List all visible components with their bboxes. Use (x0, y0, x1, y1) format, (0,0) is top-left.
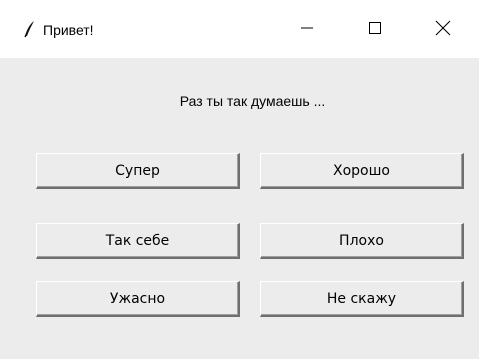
good-button[interactable]: Хорошо (260, 153, 464, 189)
maximize-button[interactable] (348, 8, 402, 52)
super-button[interactable]: Супер (36, 153, 240, 189)
bad-button[interactable]: Плохо (260, 223, 464, 259)
so-so-button[interactable]: Так себе (36, 223, 240, 259)
title-bar[interactable]: Привет! (0, 0, 479, 58)
message-label: Раз ты так думаешь ... (179, 93, 326, 109)
close-button[interactable] (416, 8, 470, 52)
minimize-button[interactable] (280, 8, 334, 52)
content-area: Раз ты так думаешь ... Супер Хорошо Так … (0, 58, 479, 359)
maximize-icon (368, 21, 382, 40)
feather-icon (22, 20, 38, 38)
app-window: Привет! Раз ты так думаешь ... Супер Хор… (0, 0, 479, 359)
minimize-icon (300, 21, 314, 40)
terrible-button[interactable]: Ужасно (36, 281, 240, 317)
window-title: Привет! (43, 22, 94, 38)
close-icon (435, 20, 451, 41)
wont-say-button[interactable]: Не скажу (260, 281, 464, 317)
